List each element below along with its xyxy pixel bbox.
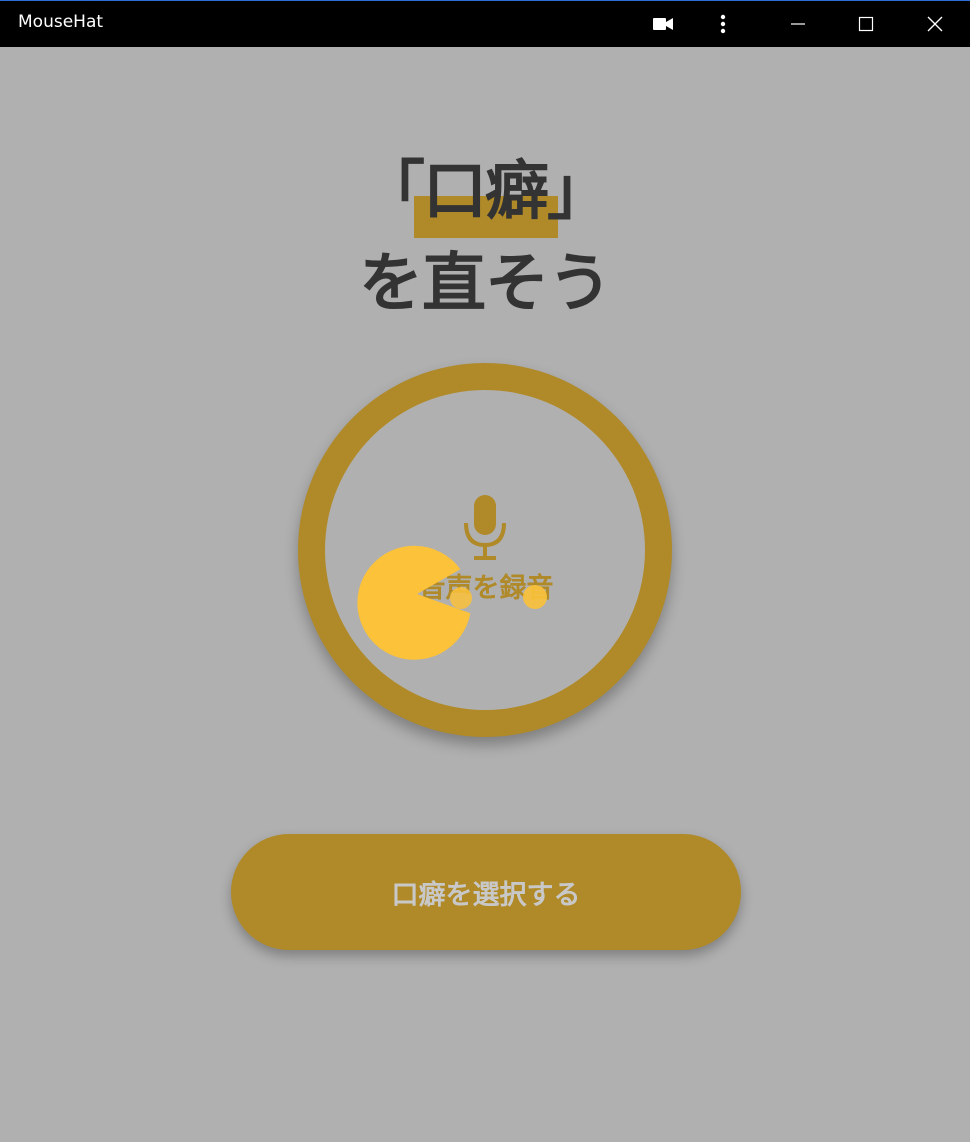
headline-close-bracket: 」 (547, 155, 611, 229)
camera-button[interactable] (633, 1, 693, 47)
headline-line2: を直そう (359, 247, 612, 321)
minimize-button[interactable] (768, 1, 828, 47)
maximize-button[interactable] (836, 1, 896, 47)
headline-keyword: 口癖 (423, 155, 549, 229)
more-vertical-icon (720, 14, 726, 34)
headline-open-bracket: 「 (361, 155, 425, 229)
maximize-icon (858, 16, 874, 32)
app-title: MouseHat (18, 12, 104, 32)
pacman-cursor-icon (357, 545, 547, 660)
video-camera-icon (653, 18, 673, 30)
more-options-button[interactable] (693, 1, 753, 47)
minimize-icon (791, 23, 805, 25)
window-titlebar: MouseHat (0, 0, 970, 47)
close-button[interactable] (905, 1, 965, 47)
select-kuchiguse-button[interactable]: 口癖を選択する (231, 834, 741, 950)
close-icon (927, 16, 943, 32)
select-button-label: 口癖を選択する (391, 879, 581, 911)
headline-line1: 「口癖」 (0, 140, 970, 232)
